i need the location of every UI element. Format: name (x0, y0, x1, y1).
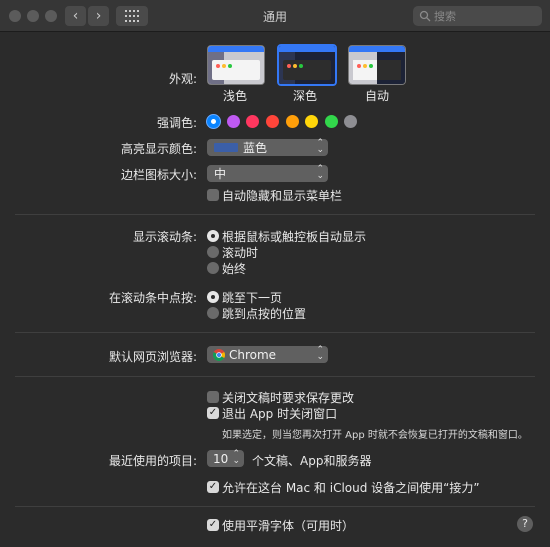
click-scrollbar-label: 在滚动条中点按: (108, 291, 197, 305)
chrome-icon (213, 348, 225, 361)
divider (15, 376, 535, 377)
close-windows-label[interactable]: 退出 App 时关闭窗口 (222, 405, 337, 422)
close-windows-checkbox[interactable]: ✓ (207, 407, 219, 419)
appearance-auto-thumbnail[interactable] (348, 45, 406, 85)
recent-items-suffix: 个文稿、App和服务器 (252, 454, 372, 468)
accent-orange[interactable] (286, 115, 299, 128)
accent-graphite[interactable] (344, 115, 357, 128)
default-browser-popup[interactable]: Chrome ⌃ ⌄ (207, 346, 328, 363)
divider (15, 506, 535, 507)
appearance-label: 外观: (168, 72, 197, 86)
default-browser-value: Chrome (229, 347, 277, 362)
help-icon: ? (522, 517, 528, 530)
close-windows-note: 如果选定，则当您再次打开 App 时就不会恢复已打开的文稿和窗口。 (222, 430, 528, 441)
recent-items-label: 最近使用的项目: (108, 454, 197, 468)
accent-green[interactable] (325, 115, 338, 128)
highlight-color-value: 蓝色 (243, 141, 268, 155)
accent-red[interactable] (266, 115, 279, 128)
menubar-autohide-checkbox[interactable] (207, 189, 219, 201)
jump-to-spot-radio[interactable] (207, 307, 219, 319)
appearance-light-thumbnail[interactable] (207, 45, 265, 85)
search-icon (419, 10, 431, 22)
accent-blue[interactable] (207, 115, 220, 128)
font-smoothing-checkbox[interactable]: ✓ (207, 519, 219, 531)
auto-appearance-icon (349, 46, 405, 84)
search-field[interactable]: 搜索 (413, 6, 542, 26)
divider (15, 332, 535, 333)
scrollbars-when-scrolling-radio[interactable] (207, 246, 219, 258)
highlight-swatch (214, 143, 238, 152)
dark-appearance-icon (279, 46, 335, 84)
accent-purple[interactable] (227, 115, 240, 128)
search-placeholder: 搜索 (434, 10, 456, 23)
popup-arrows-icon: ⌃ ⌄ (316, 164, 324, 181)
recent-items-value: 10 (213, 451, 229, 466)
jump-next-page-label[interactable]: 跳至下一页 (222, 289, 282, 306)
handoff-label[interactable]: 允许在这台 Mac 和 iCloud 设备之间使用“接力” (222, 479, 480, 496)
jump-next-page-radio[interactable] (207, 291, 219, 303)
accent-yellow[interactable] (305, 115, 318, 128)
sidebar-icon-size-value: 中 (214, 167, 227, 181)
default-browser-label: 默认网页浏览器: (108, 350, 197, 364)
scrollbars-auto-label[interactable]: 根据鼠标或触控板自动显示 (222, 228, 366, 245)
highlight-color-label: 高亮显示颜色: (120, 142, 197, 156)
title-bar: ‹ › 通用 搜索 (0, 0, 550, 32)
accent-pink[interactable] (246, 115, 259, 128)
ask-save-label[interactable]: 关闭文稿时要求保存更改 (222, 389, 354, 406)
menubar-autohide-label[interactable]: 自动隐藏和显示菜单栏 (222, 187, 342, 204)
appearance-dark-thumbnail[interactable] (277, 44, 337, 86)
scrollbars-when-scrolling-label[interactable]: 滚动时 (222, 244, 258, 261)
popup-arrows-icon: ⌃ ⌄ (316, 138, 324, 155)
help-button[interactable]: ? (517, 516, 533, 532)
show-scrollbars-label: 显示滚动条: (132, 230, 197, 244)
scrollbars-auto-radio[interactable] (207, 230, 219, 242)
appearance-dark-label[interactable]: 深色 (293, 87, 317, 104)
popup-arrows-icon: ⌃ ⌄ (316, 345, 324, 362)
divider (15, 214, 535, 215)
scrollbars-always-radio[interactable] (207, 262, 219, 274)
popup-arrows-icon: ⌃ ⌄ (232, 449, 240, 466)
ask-save-checkbox[interactable] (207, 391, 219, 403)
light-appearance-icon (208, 46, 264, 84)
recent-items-popup[interactable]: 10 ⌃ ⌄ (207, 450, 244, 467)
sidebar-icon-size-popup[interactable]: 中 ⌃ ⌄ (207, 165, 328, 182)
scrollbars-always-label[interactable]: 始终 (222, 260, 246, 277)
jump-to-spot-label[interactable]: 跳到点按的位置 (222, 305, 306, 322)
highlight-color-popup[interactable]: 蓝色 ⌃ ⌄ (207, 139, 328, 156)
handoff-checkbox[interactable]: ✓ (207, 481, 219, 493)
sidebar-icon-size-label: 边栏图标大小: (120, 168, 197, 182)
font-smoothing-label[interactable]: 使用平滑字体（可用时） (222, 517, 354, 534)
appearance-auto-label[interactable]: 自动 (365, 87, 389, 104)
accent-color-label: 强调色: (156, 116, 197, 130)
appearance-light-label[interactable]: 浅色 (223, 87, 247, 104)
